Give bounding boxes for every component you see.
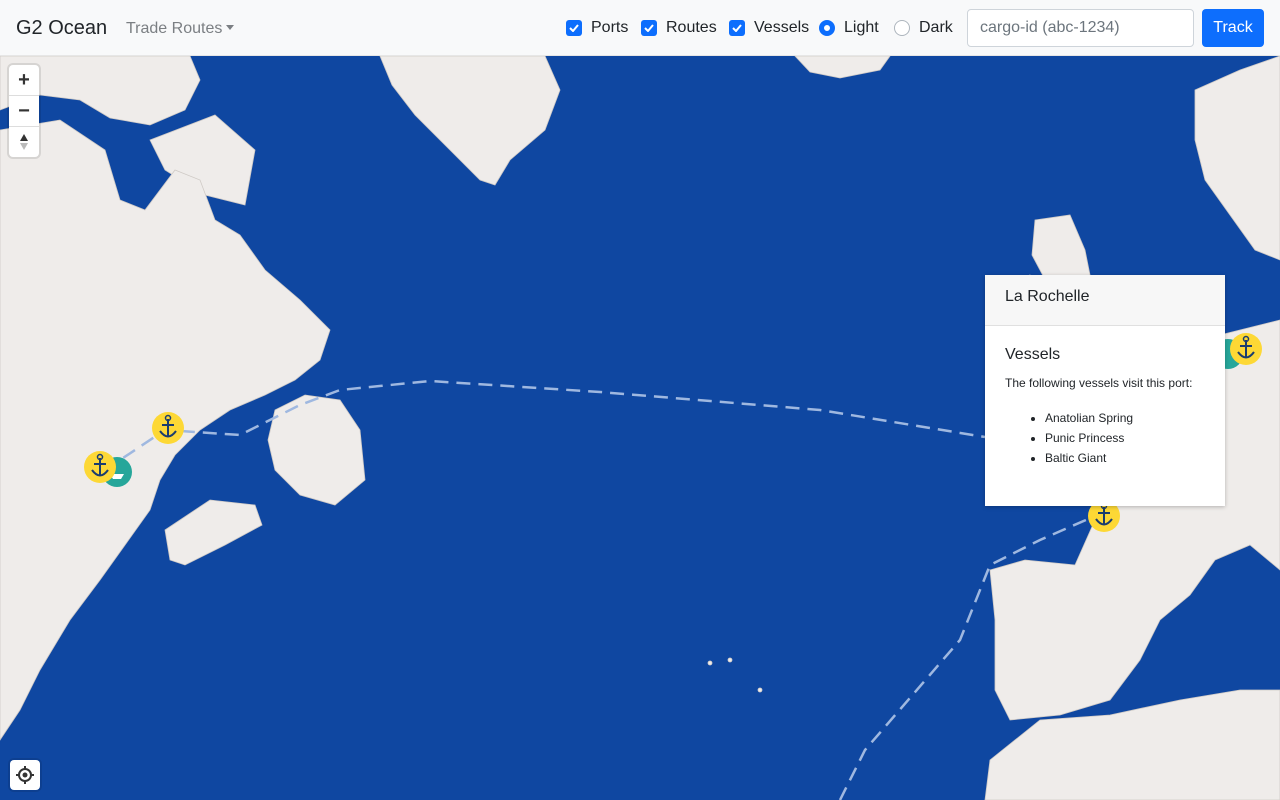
- caret-down-icon: [226, 25, 235, 30]
- track-button[interactable]: Track: [1202, 9, 1264, 47]
- vessel-list: Anatolian Spring Punic Princess Baltic G…: [1005, 408, 1205, 468]
- cargo-id-input[interactable]: [967, 9, 1194, 47]
- port-marker-anchor-icon: [84, 451, 116, 483]
- popup-body: Vessels The following vessels visit this…: [985, 326, 1225, 488]
- light-radio[interactable]: [819, 20, 835, 36]
- light-label: Light: [844, 19, 879, 36]
- port-marker-anchor-icon: [152, 412, 184, 444]
- port-marker-anchor-icon: [1230, 333, 1262, 365]
- ports-label: Ports: [591, 19, 629, 36]
- vessel-list-item: Punic Princess: [1045, 428, 1205, 448]
- crosshair-icon: [16, 766, 34, 784]
- iceland: [794, 56, 891, 79]
- vessels-label: Vessels: [754, 19, 810, 36]
- vessel-list-item: Anatolian Spring: [1045, 408, 1205, 428]
- zoom-in-button[interactable]: +: [9, 65, 39, 96]
- ports-checkbox[interactable]: [566, 20, 582, 36]
- popup-section-title: Vessels: [1005, 346, 1061, 363]
- trade-routes-dropdown[interactable]: Trade Routes: [126, 20, 235, 38]
- compass-icon[interactable]: [9, 127, 39, 157]
- light-theme-option[interactable]: Light: [819, 19, 879, 37]
- routes-label: Routes: [666, 19, 717, 36]
- azores-island: [707, 660, 713, 666]
- madeira-island: [757, 687, 763, 693]
- port-popup: La Rochelle Vessels The following vessel…: [985, 275, 1225, 506]
- brand-name[interactable]: G2 Ocean: [16, 17, 107, 40]
- routes-checkbox[interactable]: [641, 20, 657, 36]
- scandinavia: [1194, 56, 1280, 261]
- zoom-out-button[interactable]: −: [9, 96, 39, 127]
- azores-island: [727, 657, 733, 663]
- routes-toggle[interactable]: Routes: [641, 19, 717, 37]
- trade-routes-label: Trade Routes: [126, 20, 223, 37]
- dark-label: Dark: [919, 19, 953, 36]
- navbar: G2 Ocean Trade Routes Ports Routes Vesse…: [0, 0, 1280, 56]
- dark-theme-option[interactable]: Dark: [894, 19, 953, 37]
- popup-port-name: La Rochelle: [985, 275, 1225, 326]
- zoom-controls: + −: [9, 65, 39, 157]
- greenland: [379, 56, 561, 186]
- popup-description: The following vessels visit this port:: [1005, 376, 1193, 390]
- vessel-list-item: Baltic Giant: [1045, 448, 1205, 468]
- vessels-toggle[interactable]: Vessels: [729, 19, 809, 37]
- newfoundland: [267, 394, 366, 506]
- dark-radio[interactable]: [894, 20, 910, 36]
- vessels-checkbox[interactable]: [729, 20, 745, 36]
- locate-button[interactable]: [10, 760, 40, 790]
- ports-toggle[interactable]: Ports: [566, 19, 628, 37]
- nova-scotia: [164, 499, 263, 566]
